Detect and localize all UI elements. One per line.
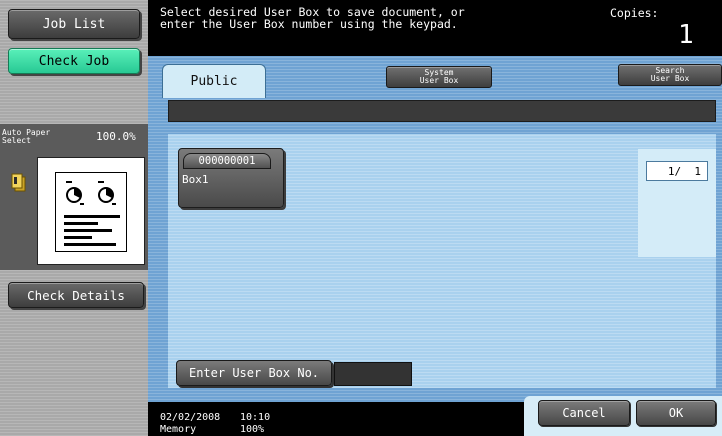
check-details-button[interactable]: Check Details [8, 282, 144, 308]
page-thumbnail [55, 172, 127, 252]
tab-system-user-box[interactable]: System User Box [386, 66, 492, 88]
user-box-name: Box1 [182, 173, 209, 186]
instruction-line-2: enter the User Box number using the keyp… [160, 17, 458, 31]
pagination-panel: 1/ 1 [638, 149, 716, 257]
enter-user-box-number-button[interactable]: Enter User Box No. [176, 360, 332, 386]
check-job-button[interactable]: Check Job [8, 48, 140, 74]
memory-label: Memory [160, 424, 197, 435]
page-indicator: 1/ 1 [646, 161, 708, 181]
zoom-ratio: 100.0% [96, 130, 136, 143]
cancel-button[interactable]: Cancel [538, 400, 630, 426]
memory-value: 100% [240, 424, 265, 435]
tab-system-user-box-line2: User Box [419, 76, 459, 85]
status-time: 10:10 [240, 412, 271, 423]
user-box-number: 000000001 [183, 153, 271, 169]
status-date: 02/02/2008 [160, 412, 221, 423]
copies-label: Copies: [610, 6, 659, 20]
document-thumbnail-icon [64, 181, 120, 246]
user-box-list: 000000001 Box1 1/ 1 [168, 134, 716, 388]
job-list-button[interactable]: Job List [8, 9, 140, 39]
message-bar: Select desired User Box to save document… [148, 0, 722, 56]
main-panel: Public System User Box Search User Box 0… [148, 56, 722, 436]
user-box-number-field[interactable] [334, 362, 412, 386]
user-box-button[interactable]: 000000001 Box1 [178, 148, 284, 208]
paper-select-label-line2: Select [2, 136, 31, 145]
ok-button[interactable]: OK [636, 400, 716, 426]
copies-count: 1 [678, 20, 694, 50]
tab-public[interactable]: Public [162, 64, 266, 98]
box-list-header-strip [168, 100, 716, 122]
document-preview [37, 157, 145, 265]
tab-search-user-box-line2: User Box [650, 74, 690, 83]
original-stack-icon [10, 172, 28, 194]
tab-search-user-box[interactable]: Search User Box [618, 64, 722, 86]
